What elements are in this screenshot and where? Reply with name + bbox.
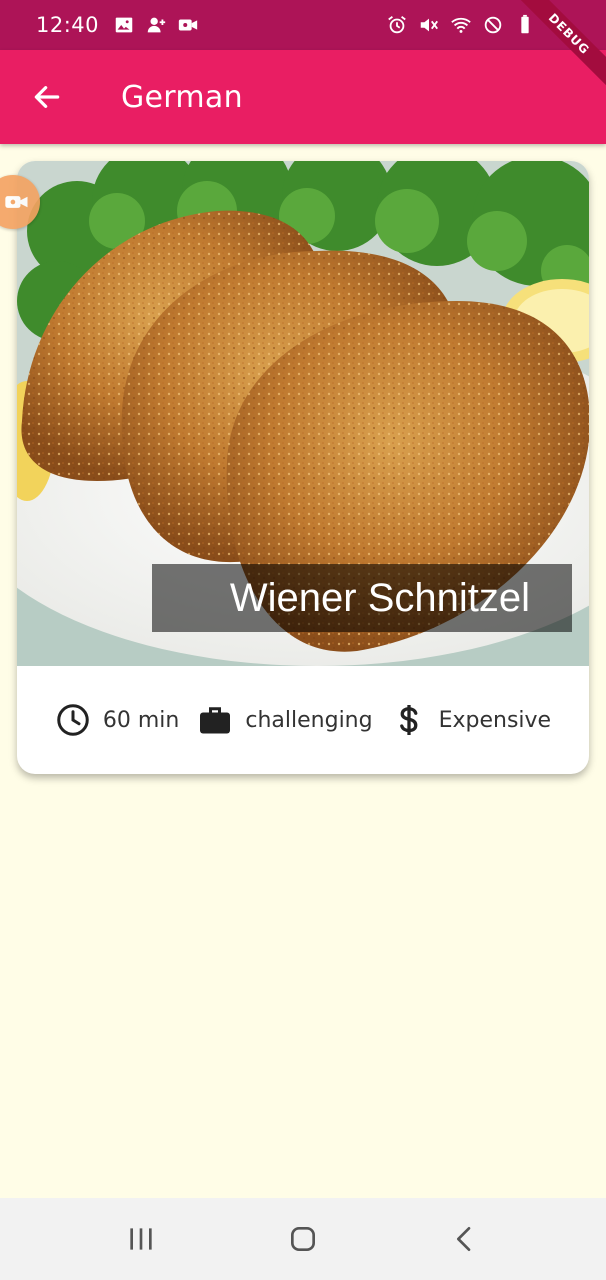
- dollar-icon: [391, 702, 427, 738]
- video-camera-icon: [5, 196, 28, 208]
- video-camera-icon: [177, 14, 199, 36]
- recents-icon: [130, 1228, 152, 1250]
- app-bar: German: [0, 50, 606, 144]
- briefcase-icon: [197, 702, 233, 738]
- affordability-label: Expensive: [438, 707, 552, 733]
- affordability-info: Expensive: [391, 702, 552, 738]
- mute-icon: [418, 14, 440, 36]
- alarm-icon: [386, 14, 408, 36]
- home-icon: [291, 1227, 315, 1251]
- duration-label: 60 min: [102, 707, 180, 733]
- status-bar: 12:40: [0, 0, 606, 50]
- battery-icon: [514, 14, 536, 36]
- duration-info: 60 min: [55, 702, 179, 738]
- page-title: German: [121, 79, 243, 115]
- arrow-back-icon: [34, 86, 60, 108]
- meal-info-row: 60 min challenging Expensive: [17, 666, 589, 774]
- wifi-icon: [450, 14, 472, 36]
- meal-title-overlay: Wiener Schnitzel: [152, 564, 572, 632]
- home-button[interactable]: [273, 1209, 333, 1269]
- gallery-icon: [113, 14, 135, 36]
- clock-icon: [55, 702, 91, 738]
- status-time: 12:40: [36, 13, 100, 37]
- do-not-disturb-icon: [482, 14, 504, 36]
- system-nav-bar: [0, 1198, 606, 1280]
- system-back-button[interactable]: [435, 1209, 495, 1269]
- meal-card[interactable]: Wiener Schnitzel 60 min challenging Expe…: [17, 161, 589, 774]
- complexity-label: challenging: [245, 707, 373, 733]
- recents-button[interactable]: [111, 1209, 171, 1269]
- add-contact-icon: [145, 14, 167, 36]
- back-icon: [457, 1227, 471, 1251]
- status-left-icons: [113, 14, 199, 36]
- meal-title: Wiener Schnitzel: [229, 575, 530, 620]
- complexity-info: challenging: [197, 702, 373, 738]
- back-button[interactable]: [19, 69, 75, 125]
